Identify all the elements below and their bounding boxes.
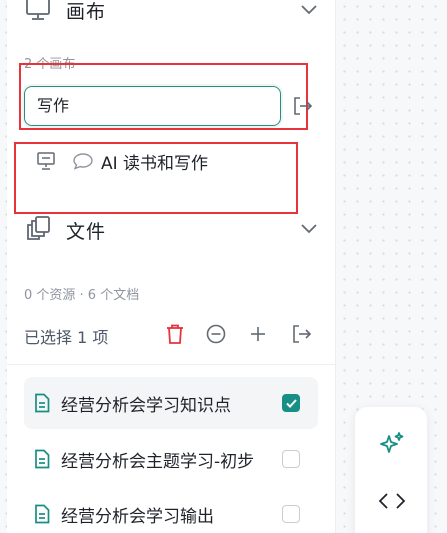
canvas-list-item[interactable]: AI 读书和写作: [24, 146, 294, 176]
document-row[interactable]: 经营分析会学习知识点: [24, 377, 318, 429]
files-summary: 0 个资源 · 6 个文档: [24, 288, 140, 303]
document-name: 经营分析会学习知识点: [61, 395, 231, 416]
document-checkbox[interactable]: [282, 505, 300, 523]
document-name: 经营分析会主题学习-初步: [61, 451, 255, 472]
document-name: 经营分析会学习输出: [61, 506, 214, 527]
document-row[interactable]: 经营分析会学习输出: [24, 488, 318, 533]
plus-icon[interactable]: [249, 325, 267, 343]
files-icon: [27, 216, 50, 240]
trash-icon[interactable]: [165, 323, 185, 345]
section-divider: [7, 364, 336, 365]
document-row[interactable]: 经营分析会主题学习-初步: [24, 433, 318, 485]
sparkle-icon[interactable]: [379, 431, 405, 457]
export-icon[interactable]: [291, 324, 313, 344]
chevron-down-icon[interactable]: [300, 222, 318, 236]
canvas-section-icon: [26, 0, 50, 20]
selection-count: 已选择 1 项: [24, 328, 109, 347]
comment-icon: [73, 153, 93, 170]
document-icon: [35, 393, 50, 413]
document-checkbox[interactable]: [282, 450, 300, 468]
document-icon: [35, 449, 50, 469]
code-icon[interactable]: [378, 491, 406, 511]
document-checkbox[interactable]: [282, 394, 300, 412]
document-icon: [35, 504, 50, 524]
export-icon[interactable]: [292, 96, 314, 116]
canvas-item-label: AI 读书和写作: [101, 154, 209, 174]
canvas-section-title: 画布: [66, 1, 107, 23]
minus-circle-icon[interactable]: [206, 324, 226, 344]
presentation-icon: [37, 152, 55, 170]
canvas-name-input[interactable]: 写作: [24, 86, 281, 126]
chevron-down-icon[interactable]: [300, 3, 318, 17]
files-section-title: 文件: [66, 221, 107, 243]
floating-toolbar: [355, 407, 427, 533]
